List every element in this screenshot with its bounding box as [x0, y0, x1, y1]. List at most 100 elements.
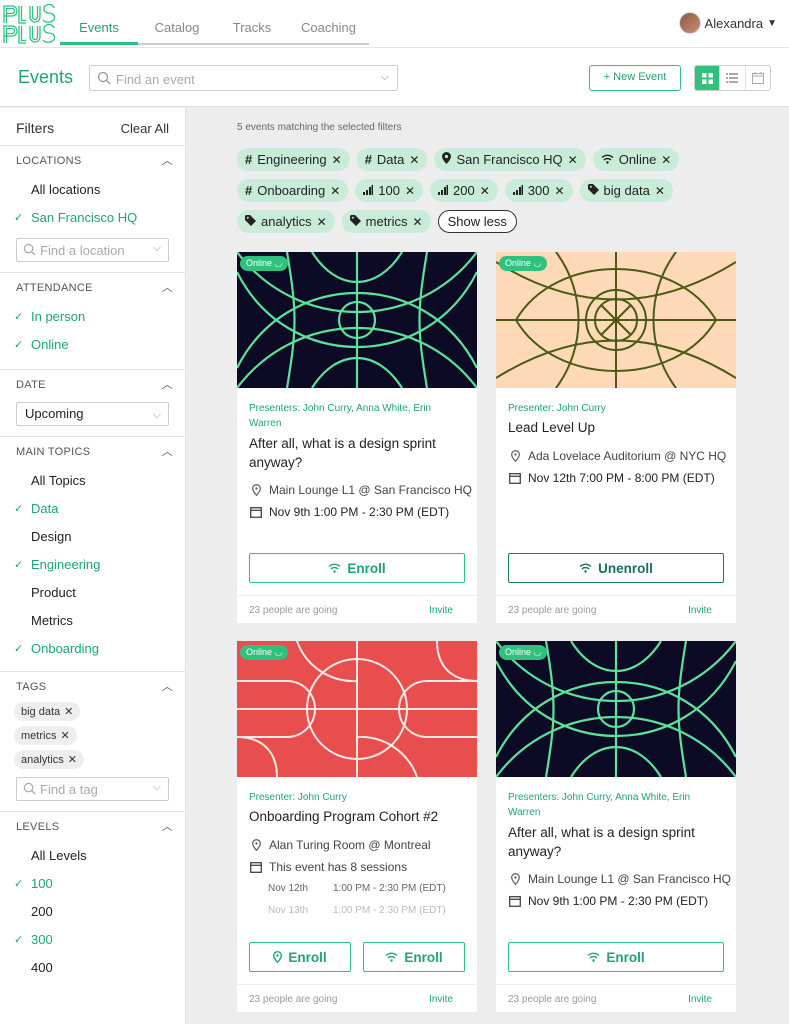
- find-location-placeholder: Find a location: [40, 243, 125, 258]
- close-icon[interactable]: ✕: [332, 153, 342, 167]
- close-icon[interactable]: ✕: [405, 184, 415, 198]
- tab-events[interactable]: Events: [60, 0, 138, 45]
- clear-all-button[interactable]: Clear All: [121, 121, 169, 136]
- show-less-button[interactable]: Show less: [437, 210, 517, 233]
- locations-header[interactable]: LOCATIONS ︿: [0, 146, 185, 176]
- new-event-button[interactable]: + New Event: [589, 65, 681, 91]
- event-cover-image: Online ◡: [237, 641, 477, 777]
- topic-design[interactable]: Design: [0, 523, 185, 551]
- date-select[interactable]: Upcoming ⌵: [16, 402, 169, 426]
- tag-chip: metrics ✕: [14, 726, 77, 745]
- event-card[interactable]: Online ◡ Presenters: John Curry, Anna Wh…: [496, 641, 736, 1012]
- invite-link[interactable]: Invite: [429, 605, 453, 616]
- event-date: Nov 9th 1:00 PM - 2:30 PM (EDT): [249, 505, 449, 519]
- wifi-icon: [385, 952, 398, 962]
- close-icon[interactable]: ✕: [68, 754, 77, 766]
- attendance-header[interactable]: ATTENDANCE ︿: [0, 273, 185, 303]
- card-footer: 23 people are going Invite: [496, 595, 736, 623]
- find-tag-input[interactable]: Find a tag ⌵: [16, 777, 169, 801]
- enroll-online-button[interactable]: Enroll: [363, 942, 465, 972]
- enroll-button[interactable]: Enroll: [508, 942, 724, 972]
- location-all[interactable]: All locations: [0, 176, 185, 204]
- close-icon[interactable]: ✕: [60, 730, 69, 742]
- level-bars-icon: [512, 183, 523, 198]
- user-menu[interactable]: Alexandra ▼: [678, 12, 777, 34]
- event-title[interactable]: Onboarding Program Cohort #2: [249, 807, 464, 826]
- enroll-in-person-button[interactable]: Enroll: [249, 942, 351, 972]
- close-icon[interactable]: ✕: [568, 153, 578, 167]
- close-icon[interactable]: ✕: [317, 215, 327, 229]
- close-icon[interactable]: ✕: [655, 184, 665, 198]
- tab-tracks[interactable]: Tracks: [216, 0, 288, 45]
- online-badge: Online ◡: [499, 645, 548, 660]
- filter-chip: 300 ✕: [504, 179, 573, 202]
- user-name: Alexandra: [704, 15, 764, 31]
- view-toggle: [694, 65, 771, 91]
- close-icon[interactable]: ✕: [554, 184, 564, 198]
- grid-view-icon[interactable]: [695, 66, 721, 90]
- list-view-icon[interactable]: [720, 66, 746, 90]
- level-100[interactable]: 100: [0, 870, 185, 898]
- close-icon[interactable]: ✕: [480, 184, 490, 198]
- topic-data[interactable]: Data: [0, 495, 185, 523]
- tag-chip: analytics ✕: [14, 750, 85, 769]
- location-pin-icon: [508, 873, 522, 885]
- close-icon[interactable]: ✕: [661, 153, 671, 167]
- chevron-down-icon: ⌵: [152, 409, 161, 421]
- plusplus-logo[interactable]: [2, 3, 56, 45]
- attendee-count: 23 people are going: [249, 994, 338, 1005]
- topic-metrics[interactable]: Metrics: [0, 607, 185, 635]
- tab-coaching[interactable]: Coaching: [288, 0, 369, 45]
- session-row: Nov 12th 1:00 PM - 2:30 PM (EDT): [268, 883, 446, 894]
- topic-all[interactable]: All Topics: [0, 467, 185, 495]
- unenroll-button[interactable]: Unenroll: [508, 553, 724, 583]
- search-placeholder: Find an event: [116, 72, 195, 87]
- wifi-icon: [601, 152, 614, 167]
- tag-chip: big data ✕: [14, 702, 81, 721]
- tags-header[interactable]: TAGS ︿: [0, 672, 185, 702]
- locations-section: LOCATIONS︿ All locations San Francisco H…: [0, 146, 185, 273]
- wifi-icon: [579, 563, 592, 573]
- filter-chip: 200 ✕: [430, 179, 498, 202]
- event-card[interactable]: Online ◡ Presenter: John Curry Lead Leve…: [496, 252, 736, 623]
- attendee-count: 23 people are going: [508, 605, 597, 616]
- calendar-icon: [508, 472, 522, 484]
- event-card[interactable]: Online ◡ Presenters: John Curry, Anna Wh…: [237, 252, 477, 623]
- event-card[interactable]: Online ◡ Presenter: John Curry Onboardin…: [237, 641, 477, 1012]
- find-location-input[interactable]: Find a location ⌵: [16, 238, 169, 262]
- chevron-up-icon: ︿: [161, 282, 173, 294]
- calendar-icon: [508, 895, 522, 907]
- close-icon[interactable]: ✕: [413, 215, 423, 229]
- invite-link[interactable]: Invite: [688, 994, 712, 1005]
- attendance-online[interactable]: Online: [0, 331, 185, 359]
- close-icon[interactable]: ✕: [330, 184, 340, 198]
- event-search-input[interactable]: Find an event ⌵: [89, 65, 398, 91]
- levels-header[interactable]: LEVELS ︿: [0, 812, 185, 842]
- level-300[interactable]: 300: [0, 926, 185, 954]
- level-400[interactable]: 400: [0, 954, 185, 982]
- main-topics-header[interactable]: MAIN TOPICS ︿: [0, 437, 185, 467]
- wifi-icon: [328, 563, 341, 573]
- event-title[interactable]: Lead Level Up: [508, 418, 723, 437]
- close-icon[interactable]: ✕: [64, 706, 73, 718]
- page-title: Events: [18, 67, 74, 87]
- invite-link[interactable]: Invite: [429, 994, 453, 1005]
- level-all[interactable]: All Levels: [0, 842, 185, 870]
- date-header[interactable]: DATE ︿: [0, 370, 185, 400]
- event-title[interactable]: After all, what is a design sprint anywa…: [249, 434, 464, 472]
- tab-catalog[interactable]: Catalog: [138, 0, 216, 45]
- calendar-view-icon[interactable]: [746, 66, 770, 90]
- topic-onboarding[interactable]: Onboarding: [0, 635, 185, 663]
- topic-engineering[interactable]: Engineering: [0, 551, 185, 579]
- level-200[interactable]: 200: [0, 898, 185, 926]
- enroll-button[interactable]: Enroll: [249, 553, 465, 583]
- close-icon[interactable]: ✕: [409, 153, 419, 167]
- event-location: Ada Lovelace Auditorium @ NYC HQ: [508, 449, 726, 463]
- location-sf-hq[interactable]: San Francisco HQ: [0, 204, 185, 232]
- event-title[interactable]: After all, what is a design sprint anywa…: [508, 823, 723, 861]
- attendance-in-person[interactable]: In person: [0, 303, 185, 331]
- topic-product[interactable]: Product: [0, 579, 185, 607]
- filter-chip: # Data ✕: [356, 148, 428, 171]
- attendee-count: 23 people are going: [249, 605, 338, 616]
- invite-link[interactable]: Invite: [688, 605, 712, 616]
